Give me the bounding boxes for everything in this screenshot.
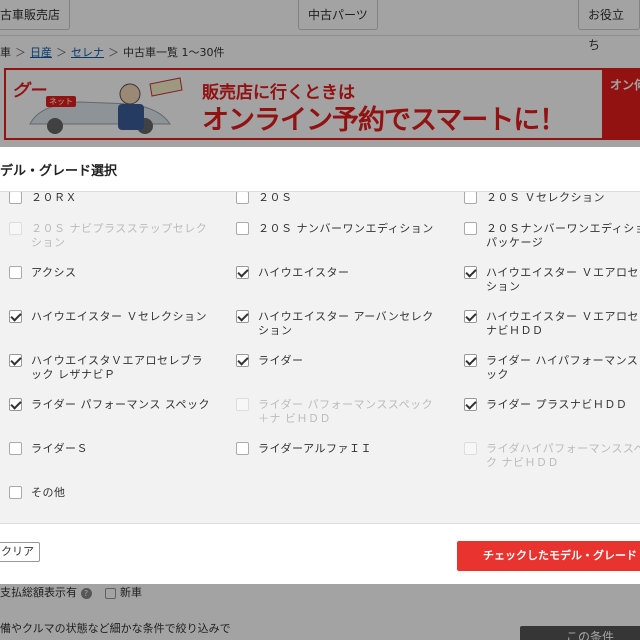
checkbox[interactable] <box>9 354 22 367</box>
checkbox[interactable] <box>464 222 477 235</box>
clear-button[interactable]: クリア <box>0 542 40 562</box>
modal-footer: クリア チェックしたモデル・グレード <box>0 525 640 584</box>
checkbox[interactable] <box>9 192 22 204</box>
checkbox[interactable] <box>464 354 477 367</box>
checkbox[interactable] <box>236 266 249 279</box>
grade-options-panel: ２０ＲＸ ２０Ｓ ２０Ｓ Ｖセレクション ２０Ｓ ナビプラスステップセレクション… <box>0 191 640 524</box>
checkbox[interactable] <box>236 442 249 455</box>
checkbox[interactable] <box>464 398 477 411</box>
checkbox[interactable] <box>9 266 22 279</box>
checkbox[interactable] <box>236 222 249 235</box>
checkbox[interactable] <box>9 398 22 411</box>
checkbox <box>236 398 249 411</box>
checkbox[interactable] <box>9 442 22 455</box>
checkbox[interactable] <box>9 486 22 499</box>
checkbox[interactable] <box>236 354 249 367</box>
checkbox[interactable] <box>236 310 249 323</box>
checkbox[interactable] <box>9 310 22 323</box>
checkbox[interactable] <box>464 310 477 323</box>
checkbox <box>464 442 477 455</box>
checkbox[interactable] <box>236 192 249 204</box>
checkbox <box>9 222 22 235</box>
apply-checked-grades-button[interactable]: チェックしたモデル・グレード <box>457 541 640 571</box>
checkbox[interactable] <box>464 192 477 204</box>
grade-select-modal: デル・グレード選択 ２０ＲＸ ２０Ｓ ２０Ｓ Ｖセレクション ２０Ｓ ナビプラス… <box>0 147 640 584</box>
checkbox[interactable] <box>464 266 477 279</box>
modal-title: デル・グレード選択 <box>0 164 118 179</box>
